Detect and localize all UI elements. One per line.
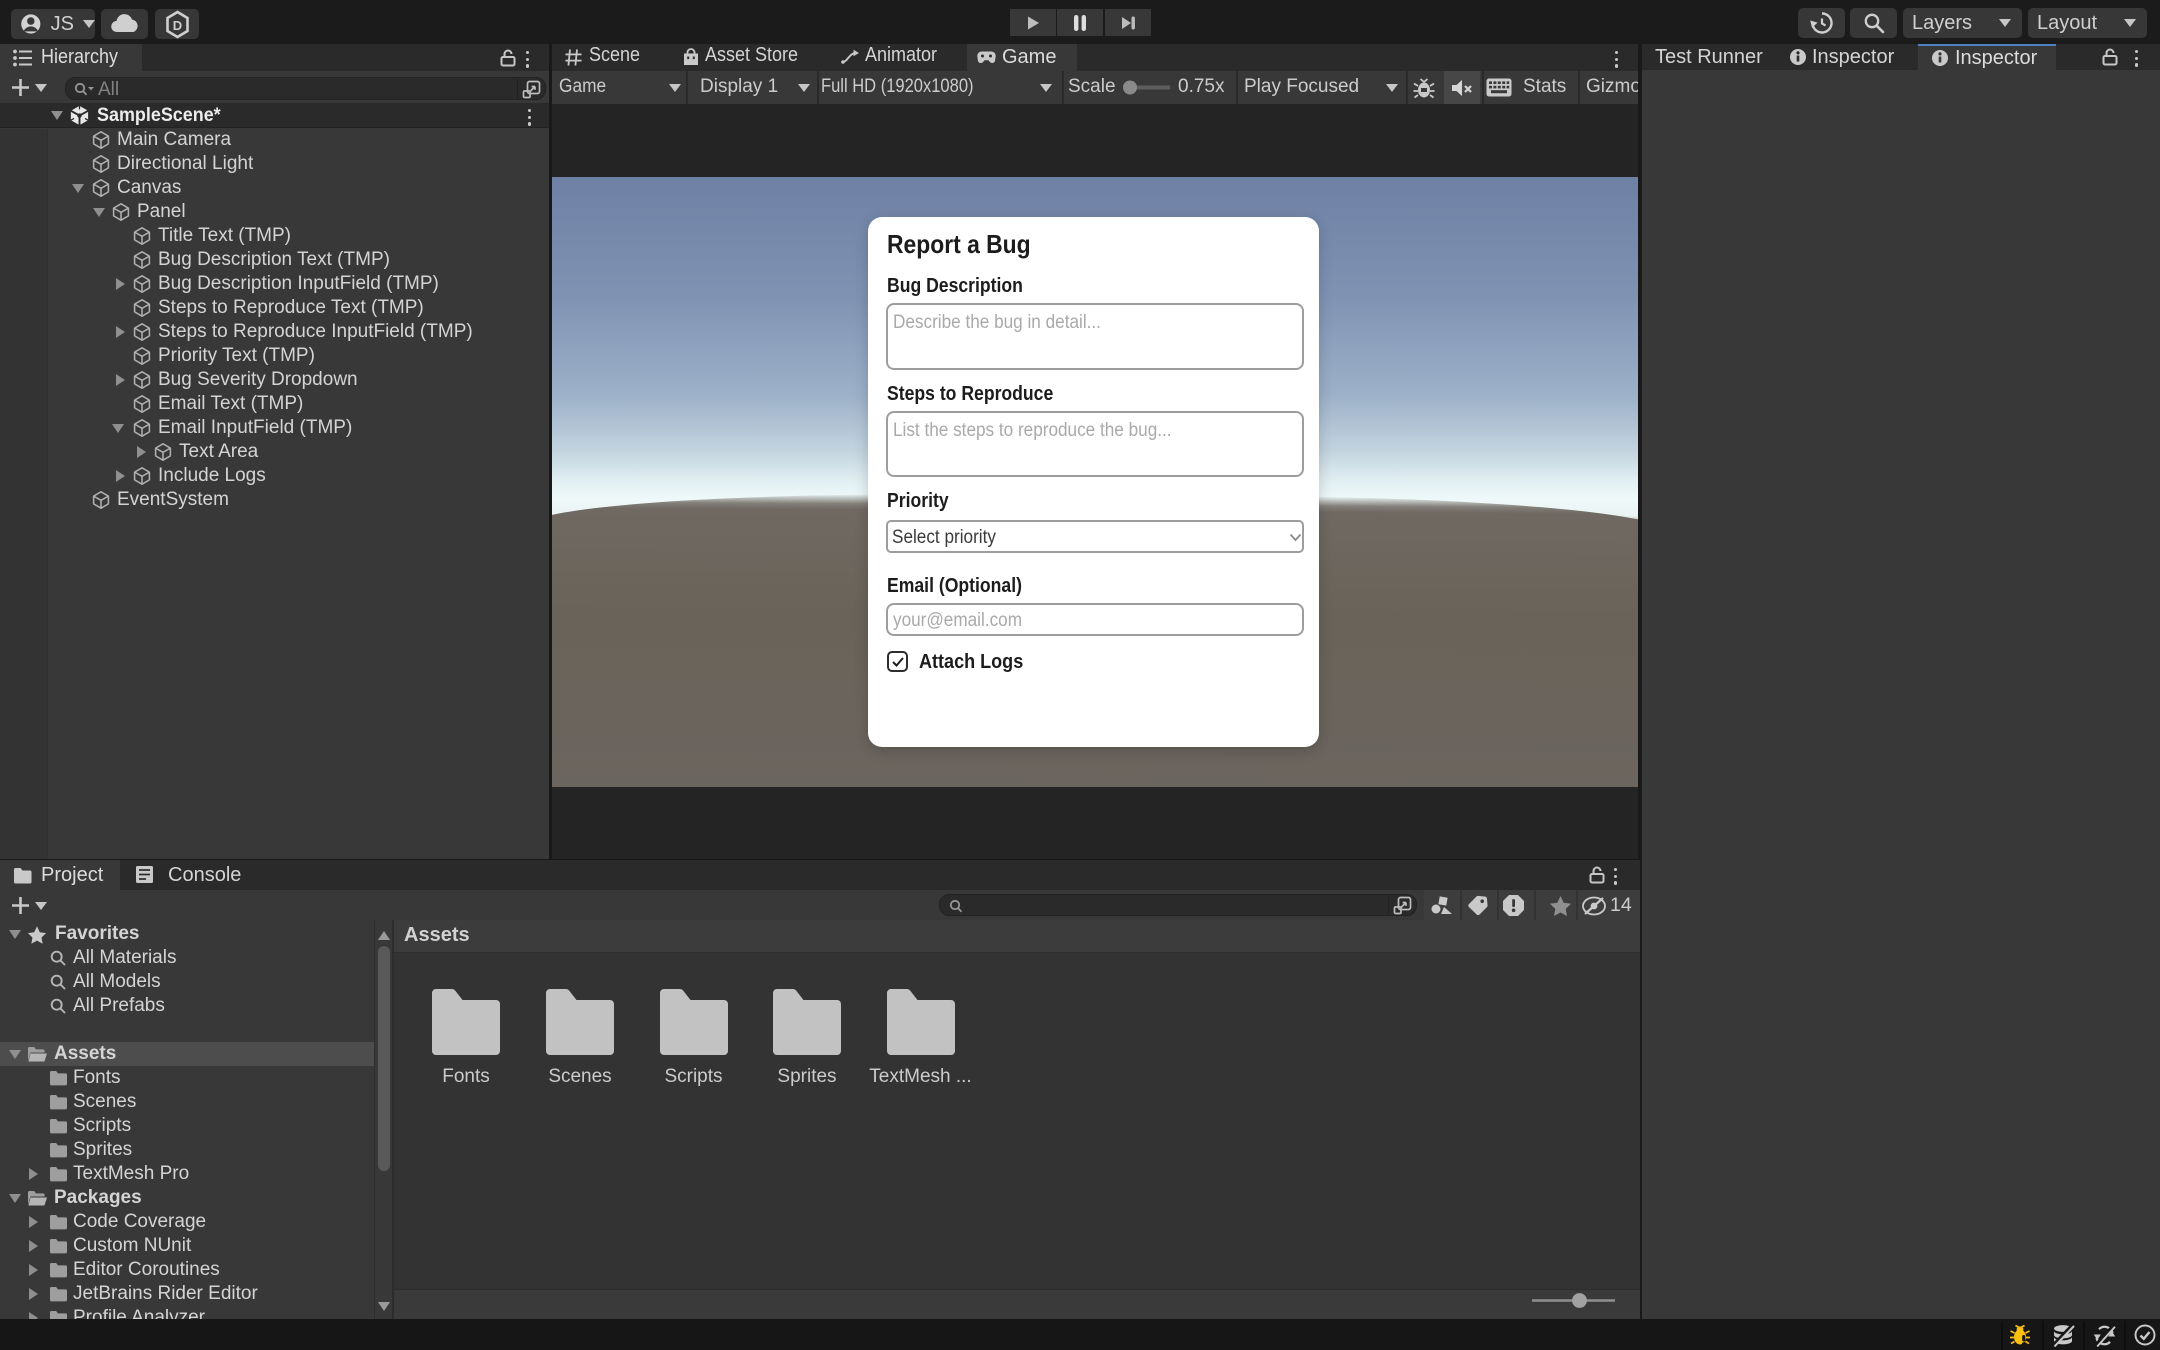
- svg-text:D: D: [172, 18, 181, 33]
